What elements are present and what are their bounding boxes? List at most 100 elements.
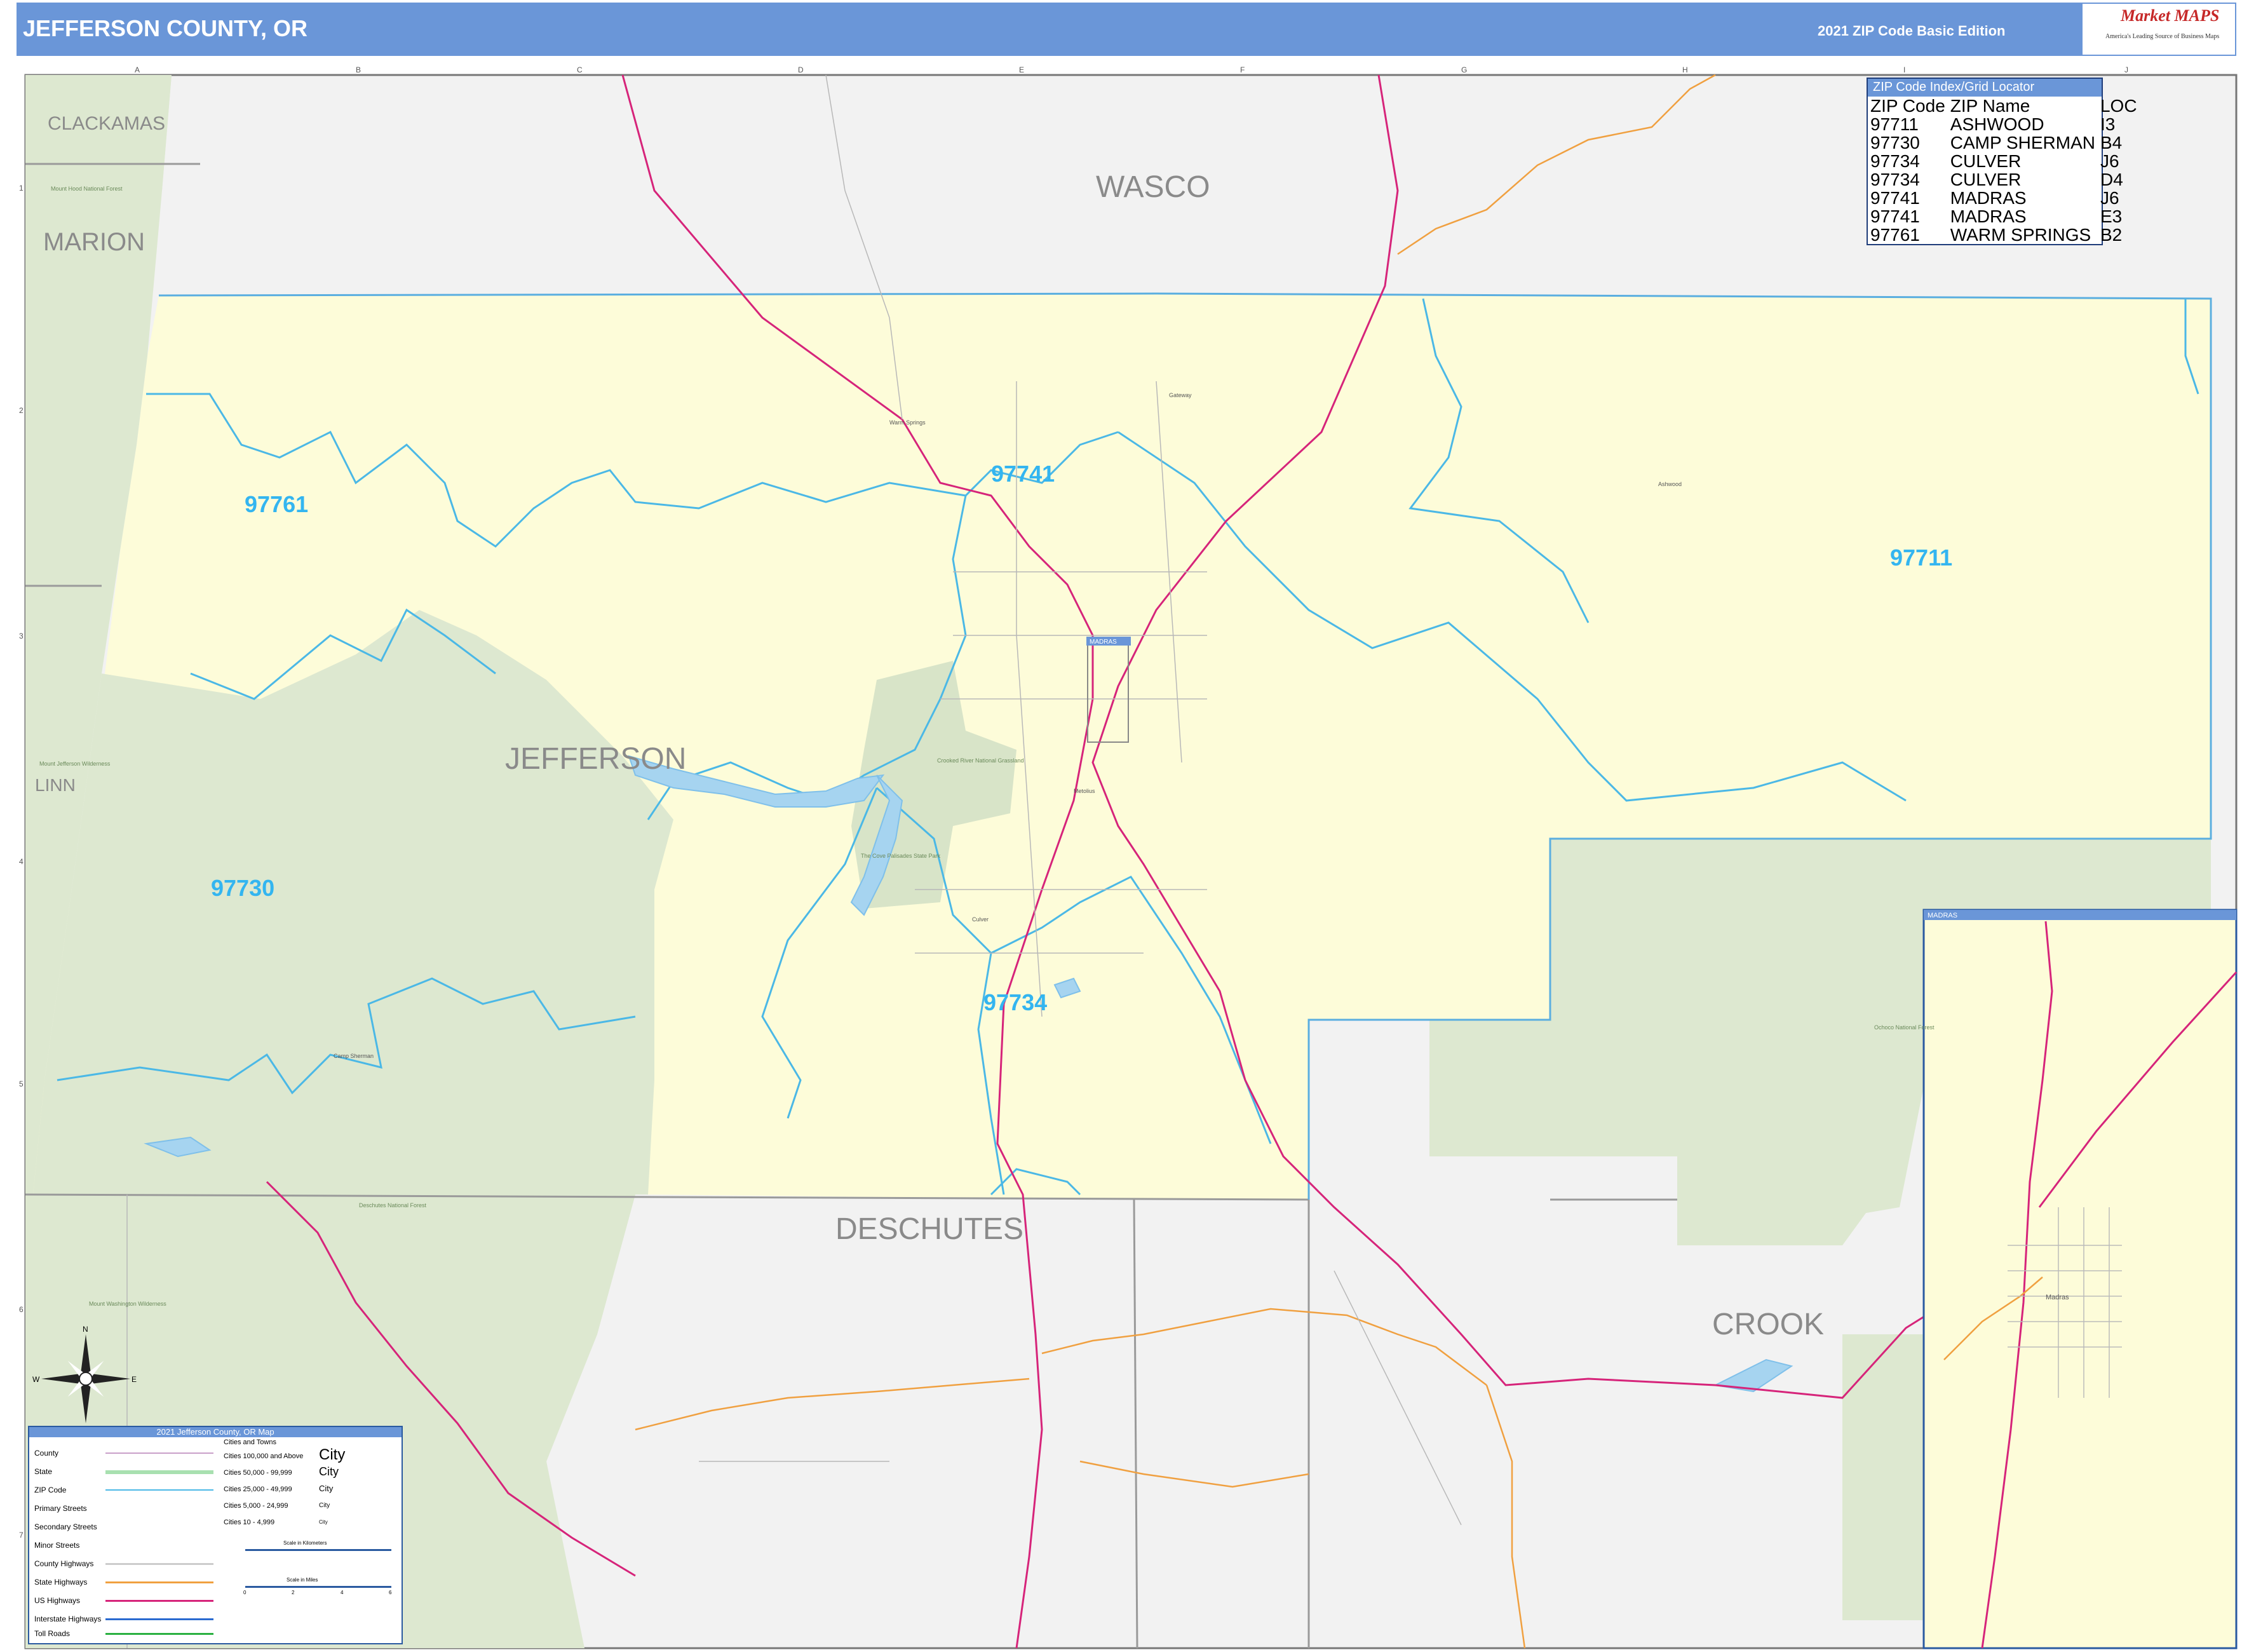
compass-n: N xyxy=(83,1325,88,1334)
zip-cell: 97761 xyxy=(1870,225,1920,245)
inset-madras: Madras xyxy=(2046,1294,2069,1301)
map-canvas: MADRAS A B C D E F G H I J 1 2 3 4 5 6 7… xyxy=(19,65,2238,1649)
zip-name-cell: CULVER xyxy=(1950,170,2022,189)
zip-cell: 97741 xyxy=(1870,207,1920,226)
zip-index-header-zip: ZIP Code xyxy=(1870,96,1945,116)
legend-interstate: Interstate Highways xyxy=(34,1615,102,1623)
zip-index-title: ZIP Code Index/Grid Locator xyxy=(1868,79,2102,97)
place-camp-sherman: Camp Sherman xyxy=(334,1053,374,1059)
compass-w: W xyxy=(32,1375,40,1384)
loc-cell: D4 xyxy=(2100,170,2123,189)
zip-label-97734: 97734 xyxy=(983,989,1047,1015)
legend-county-hwy: County Highways xyxy=(34,1559,94,1568)
legend-secondary: Secondary Streets xyxy=(34,1522,97,1531)
legend-city-class-4: Cities 5,000 - 24,999 xyxy=(224,1502,288,1510)
legend-title: 2021 Jefferson County, OR Map xyxy=(29,1427,402,1437)
legend-city-sample-1: City xyxy=(319,1446,346,1463)
place-ashwood: Ashwood xyxy=(1658,481,1682,487)
legend-cities-header: Cities and Towns xyxy=(224,1439,276,1446)
place-gateway: Gateway xyxy=(1169,392,1192,398)
legend-scale-mi: Scale in Miles xyxy=(287,1577,318,1583)
grid-col-j: J xyxy=(2124,65,2128,74)
grid-row-1: 1 xyxy=(19,184,24,193)
legend-city-sample-2: City xyxy=(319,1465,339,1478)
scale-tick-4: 4 xyxy=(341,1590,344,1595)
place-mt-jefferson: Mount Jefferson Wilderness xyxy=(39,761,111,767)
legend-city-sample-4: City xyxy=(319,1502,330,1509)
zip-label-97711: 97711 xyxy=(1890,545,1952,571)
loc-cell: B4 xyxy=(2100,133,2123,152)
legend-county: County xyxy=(34,1449,59,1458)
zip-index-row: 97741 MADRAS E3 xyxy=(1868,207,2140,226)
legend-toll: Toll Roads xyxy=(34,1629,71,1638)
inset-title: MADRAS xyxy=(1928,912,1957,919)
legend-city-sample-5: City xyxy=(319,1519,328,1525)
map-legend: 2021 Jefferson County, OR Map County Sta… xyxy=(28,1426,403,1644)
madras-tag: MADRAS xyxy=(1090,639,1117,646)
place-cove-palisades: The Cove Palisades State Park xyxy=(861,853,941,859)
grid-row-2: 2 xyxy=(19,406,24,415)
county-jefferson: JEFFERSON xyxy=(505,742,686,776)
legend-interstate-swatch xyxy=(105,1618,213,1620)
legend-us-hwy-swatch xyxy=(105,1600,213,1602)
zip-name-cell: CAMP SHERMAN xyxy=(1950,133,2095,152)
compass-e: E xyxy=(132,1375,137,1384)
zip-cell: 97741 xyxy=(1870,188,1920,208)
zip-name-cell: MADRAS xyxy=(1950,188,2027,208)
zip-cell: 97734 xyxy=(1870,170,1920,189)
grid-col-a: A xyxy=(135,65,140,74)
legend-state: State xyxy=(34,1467,53,1476)
place-ochoco-nf: Ochoco National Forest xyxy=(1874,1024,1935,1031)
loc-cell: E3 xyxy=(2100,207,2123,226)
legend-city-sample-3: City xyxy=(319,1484,334,1493)
zip-index-header-row: ZIP Code ZIP Name LOC xyxy=(1868,97,2140,115)
legend-state-hwy-swatch xyxy=(105,1581,213,1583)
legend-scale-mi-bar xyxy=(245,1586,391,1588)
grid-row-4: 4 xyxy=(19,857,24,866)
place-metolius: Metolius xyxy=(1074,788,1095,794)
zip-label-97730: 97730 xyxy=(211,875,274,901)
loc-cell: J6 xyxy=(2100,151,2119,171)
legend-city-class-2: Cities 50,000 - 99,999 xyxy=(224,1469,292,1477)
place-mt-washington: Mount Washington Wilderness xyxy=(89,1301,166,1307)
zip-cell: 97730 xyxy=(1870,133,1920,152)
legend-city-class-3: Cities 25,000 - 49,999 xyxy=(224,1486,292,1493)
place-crooked-river: Crooked River National Grassland xyxy=(937,757,1024,764)
inset-map xyxy=(1922,909,2238,1649)
zip-label-97761: 97761 xyxy=(245,491,308,517)
grid-col-b: B xyxy=(356,65,361,74)
zip-code-index: ZIP Code Index/Grid Locator ZIP Code ZIP… xyxy=(1867,78,2137,245)
zip-label-97741: 97741 xyxy=(991,461,1055,487)
zip-index-row: 97741 MADRAS J6 xyxy=(1868,189,2140,207)
inset-title-bar xyxy=(1924,910,2236,920)
county-crook: CROOK xyxy=(1712,1308,1824,1341)
legend-city-class-1: Cities 100,000 and Above xyxy=(224,1452,304,1460)
loc-cell: J6 xyxy=(2100,188,2119,208)
scale-tick-0: 0 xyxy=(243,1590,246,1595)
legend-scale-km: Scale in Kilometers xyxy=(283,1540,327,1546)
zip-cell: 97734 xyxy=(1870,151,1920,171)
grid-col-g: G xyxy=(1461,65,1467,74)
zip-name-cell: ASHWOOD xyxy=(1950,114,2044,134)
loc-cell: I3 xyxy=(2100,114,2116,134)
zip-index-table: ZIP Code ZIP Name LOC 97711 ASHWOOD I3 977… xyxy=(1868,97,2140,244)
legend-state-swatch xyxy=(105,1470,213,1474)
zip-index-row: 97711 ASHWOOD I3 xyxy=(1868,115,2140,133)
loc-cell: B2 xyxy=(2100,225,2123,245)
grid-row-5: 5 xyxy=(19,1080,24,1088)
county-linn: LINN xyxy=(35,775,76,795)
county-wasco: WASCO xyxy=(1096,170,1210,204)
grid-row-7: 7 xyxy=(19,1531,24,1540)
legend-city-class-5: Cities 10 - 4,999 xyxy=(224,1519,275,1526)
county-clackamas: CLACKAMAS xyxy=(48,113,165,134)
grid-col-i: I xyxy=(1903,65,1905,74)
grid-col-f: F xyxy=(1240,65,1245,74)
legend-zip-swatch xyxy=(105,1489,213,1491)
zip-name-cell: CULVER xyxy=(1950,151,2022,171)
legend-us-hwy: US Highways xyxy=(34,1596,81,1605)
legend-primary: Primary Streets xyxy=(34,1504,87,1513)
legend-minor: Minor Streets xyxy=(34,1541,80,1550)
grid-row-3: 3 xyxy=(19,632,24,640)
legend-state-hwy: State Highways xyxy=(34,1578,88,1587)
zip-index-header-name: ZIP Name xyxy=(1950,96,2030,116)
